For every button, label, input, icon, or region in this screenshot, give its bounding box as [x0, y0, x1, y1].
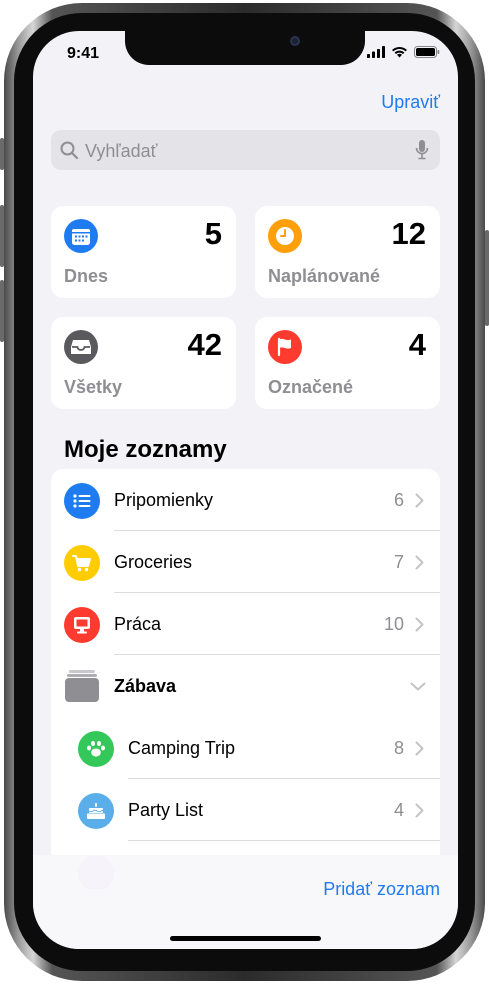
- chevron-right-icon: [415, 555, 424, 570]
- power-button: [485, 230, 489, 326]
- list-item-count: 8: [393, 738, 404, 758]
- paw-icon: [78, 731, 114, 767]
- calendar-icon: [64, 219, 98, 253]
- list-item-label: Party List: [128, 800, 204, 820]
- volume-down-button: [0, 280, 4, 342]
- list-item-label: Práca: [114, 614, 162, 634]
- home-indicator: [170, 936, 321, 941]
- list-item-label: Camping Trip: [128, 738, 236, 758]
- list-item-party-list[interactable]: Party List 4: [51, 779, 440, 841]
- smart-list-all[interactable]: 42 Všetky: [51, 317, 236, 409]
- status-time: 9:41: [67, 45, 100, 62]
- chevron-right-icon: [415, 741, 424, 756]
- search-field[interactable]: [51, 130, 440, 172]
- cake-icon: [78, 793, 114, 829]
- notch: [125, 31, 365, 65]
- wifi-icon: [392, 46, 407, 58]
- flag-icon: [268, 330, 302, 364]
- volume-up-button: [0, 205, 4, 267]
- status-icons: [367, 46, 440, 58]
- add-list-button[interactable]: Pridať zoznam: [323, 879, 440, 900]
- section-title: Moje zoznamy: [64, 436, 227, 463]
- edit-button[interactable]: Upraviť: [381, 92, 440, 113]
- list-item-label: Pripomienky: [114, 490, 214, 510]
- front-camera: [290, 36, 300, 46]
- list-item-count: 6: [393, 490, 404, 510]
- chevron-right-icon: [415, 493, 424, 508]
- bottom-toolbar: Pridať zoznam: [33, 855, 458, 949]
- tile-label: Všetky: [64, 377, 123, 397]
- list-item-praca[interactable]: Práca 10: [51, 593, 440, 655]
- tile-count: 42: [187, 327, 222, 362]
- clock-icon: [268, 219, 302, 253]
- battery-icon: [414, 46, 440, 58]
- list-item-count: 4: [393, 800, 404, 820]
- tile-count: 5: [204, 216, 222, 251]
- tray-icon: [64, 330, 98, 364]
- list-bullet-icon: [64, 483, 100, 519]
- microphone-icon[interactable]: [415, 139, 429, 161]
- silent-switch: [0, 138, 4, 170]
- chevron-right-icon: [415, 617, 424, 632]
- folder-stack-icon: [65, 670, 99, 702]
- cart-icon: [64, 545, 100, 581]
- tile-count: 12: [391, 216, 426, 251]
- list-item-count: 7: [393, 552, 404, 572]
- tile-count: 4: [408, 327, 426, 362]
- tile-label: Dnes: [64, 266, 109, 286]
- cellular-signal-icon: [367, 46, 385, 58]
- smart-list-scheduled[interactable]: 12 Naplánované: [255, 206, 440, 298]
- list-item-pripomienky[interactable]: Pripomienky 6: [51, 469, 440, 531]
- chevron-right-icon: [415, 803, 424, 818]
- screen: 9:41 Upraviť Vyhľadať 5 Dnes 12 Naplánov…: [33, 31, 458, 949]
- list-item-count: 10: [383, 614, 404, 634]
- list-item-label: Groceries: [114, 552, 193, 572]
- list-group-label: Zábava: [114, 676, 177, 696]
- search-icon: [60, 141, 79, 160]
- list-item-camping-trip[interactable]: Camping Trip 8: [51, 717, 440, 779]
- smart-list-flagged[interactable]: 4 Označené: [255, 317, 440, 409]
- tile-label: Naplánované: [268, 266, 381, 286]
- monitor-icon: [64, 607, 100, 643]
- my-lists: Pripomienky 6 Groceries 7 Práca 10 Zábav…: [51, 469, 440, 889]
- tile-label: Označené: [268, 377, 354, 397]
- search-input[interactable]: [83, 130, 387, 172]
- smart-list-today[interactable]: 5 Dnes: [51, 206, 236, 298]
- list-group-zabava[interactable]: Zábava: [51, 655, 440, 717]
- list-item-groceries[interactable]: Groceries 7: [51, 531, 440, 593]
- chevron-down-icon[interactable]: [410, 682, 426, 691]
